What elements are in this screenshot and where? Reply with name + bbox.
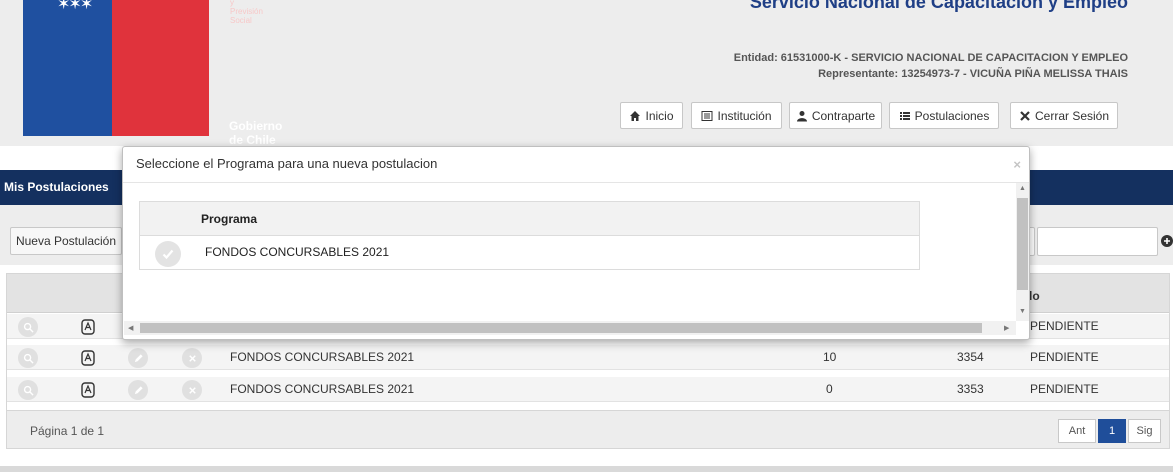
list-bullets-icon bbox=[899, 111, 910, 120]
pdf-icon bbox=[81, 318, 95, 335]
site-header: ✶✶✶ y Previsión Social Gobierno de Chile… bbox=[0, 0, 1173, 147]
modal-title: Seleccione el Programa para una nueva po… bbox=[136, 156, 438, 171]
nav-inicio-button[interactable]: Inicio bbox=[620, 102, 683, 129]
view-button[interactable] bbox=[18, 348, 38, 368]
section-title: Mis Postulaciones bbox=[4, 180, 109, 194]
list-icon bbox=[701, 110, 713, 121]
modal-body: Programa FONDOS CONCURSABLES 2021 bbox=[124, 183, 1016, 321]
footer-strip bbox=[0, 466, 1173, 472]
nav-inicio-label: Inicio bbox=[645, 108, 674, 123]
logo-text: Gobierno de Chile bbox=[229, 119, 283, 147]
delete-button[interactable] bbox=[182, 348, 202, 368]
pdf-icon bbox=[81, 381, 95, 398]
logo-blue-panel: ✶✶✶ bbox=[23, 0, 112, 136]
logo-top-text: y Previsión Social bbox=[230, 0, 263, 25]
nav-postulaciones-label: Postulaciones bbox=[914, 108, 990, 123]
nav-cerrar-sesion-button[interactable]: Cerrar Sesión bbox=[1010, 102, 1118, 129]
estado-cell: PENDIENTE bbox=[1030, 319, 1099, 333]
horizontal-scrollbar[interactable]: ◀ ▶ bbox=[124, 321, 1016, 335]
program-table: Programa FONDOS CONCURSABLES 2021 bbox=[139, 201, 920, 270]
vertical-scrollbar[interactable]: ▲ ▼ bbox=[1016, 183, 1029, 321]
pdf-button[interactable] bbox=[80, 381, 96, 398]
programa-cell: FONDOS CONCURSABLES 2021 bbox=[230, 382, 415, 396]
site-title: Servicio Nacional de Capacitación y Empl… bbox=[749, 0, 1128, 12]
program-row[interactable]: FONDOS CONCURSABLES 2021 bbox=[140, 236, 919, 269]
pencil-icon bbox=[134, 385, 143, 394]
grid-footer: Página 1 de 1 Ant 1 Sig bbox=[7, 410, 1169, 448]
current-page-button[interactable]: 1 bbox=[1098, 419, 1126, 443]
search-icon bbox=[23, 353, 34, 364]
select-program-button[interactable] bbox=[155, 241, 181, 267]
vertical-scroll-thumb[interactable] bbox=[1017, 198, 1028, 290]
coat-of-arms-icon: ✶✶✶ bbox=[57, 0, 93, 13]
delete-button[interactable] bbox=[182, 380, 202, 400]
pdf-button[interactable] bbox=[80, 318, 96, 335]
table-row: FONDOS CONCURSABLES 2021 0 3353 PENDIENT… bbox=[7, 377, 1169, 402]
close-icon bbox=[188, 386, 196, 394]
column-header-programa: Programa bbox=[201, 212, 258, 226]
nav-postulaciones-button[interactable]: Postulaciones bbox=[889, 102, 999, 129]
cantidad-cell: 0 bbox=[826, 382, 833, 396]
horizontal-scroll-thumb[interactable] bbox=[140, 323, 982, 333]
estado-cell: PENDIENTE bbox=[1030, 350, 1099, 364]
check-icon bbox=[162, 249, 174, 260]
pdf-icon bbox=[81, 349, 95, 366]
id-cell: 3353 bbox=[957, 382, 984, 396]
cantidad-cell: 10 bbox=[823, 350, 837, 364]
close-icon bbox=[1020, 110, 1030, 121]
edit-button[interactable] bbox=[128, 380, 148, 400]
nav-institucion-button[interactable]: Institución bbox=[691, 102, 782, 129]
next-page-button[interactable]: Sig bbox=[1128, 419, 1161, 443]
nav-contraparte-button[interactable]: Contraparte bbox=[789, 102, 882, 129]
representante-text: Representante: 13254973-7 - VICUÑA PIÑA … bbox=[818, 68, 1128, 80]
nueva-postulacion-button[interactable]: Nueva Postulación bbox=[10, 227, 122, 255]
search-input[interactable] bbox=[1037, 227, 1158, 256]
nav-institucion-label: Institución bbox=[717, 108, 772, 123]
home-icon bbox=[630, 110, 641, 121]
table-row: FONDOS CONCURSABLES 2021 10 3354 PENDIEN… bbox=[7, 345, 1169, 370]
close-icon bbox=[188, 354, 196, 362]
logo-red-panel: y Previsión Social Gobierno de Chile bbox=[112, 0, 282, 147]
search-icon bbox=[23, 322, 34, 333]
select-program-modal: Seleccione el Programa para una nueva po… bbox=[122, 146, 1030, 340]
scroll-right-arrow-icon[interactable]: ▶ bbox=[1004, 324, 1009, 332]
page-info: Página 1 de 1 bbox=[30, 424, 105, 438]
nav-contraparte-label: Contraparte bbox=[811, 108, 876, 123]
programa-cell: FONDOS CONCURSABLES 2021 bbox=[230, 350, 415, 364]
plus-circle-icon[interactable] bbox=[1161, 235, 1173, 247]
scroll-left-arrow-icon[interactable]: ◀ bbox=[128, 324, 133, 332]
nav-cerrar-sesion-label: Cerrar Sesión bbox=[1034, 108, 1110, 123]
scroll-up-arrow-icon[interactable]: ▲ bbox=[1019, 185, 1026, 192]
modal-close-button[interactable]: × bbox=[1013, 157, 1021, 172]
scroll-down-arrow-icon[interactable]: ▼ bbox=[1019, 308, 1026, 315]
id-cell: 3354 bbox=[957, 350, 984, 364]
entidad-text: Entidad: 61531000-K - SERVICIO NACIONAL … bbox=[733, 52, 1128, 64]
prev-page-button[interactable]: Ant bbox=[1058, 419, 1096, 443]
view-button[interactable] bbox=[18, 317, 38, 337]
pdf-button[interactable] bbox=[80, 349, 96, 366]
view-button[interactable] bbox=[18, 380, 38, 400]
search-icon bbox=[23, 385, 34, 396]
estado-cell: PENDIENTE bbox=[1030, 382, 1099, 396]
program-table-header: Programa bbox=[140, 202, 919, 236]
user-icon bbox=[796, 110, 807, 121]
pencil-icon bbox=[134, 353, 143, 362]
edit-button[interactable] bbox=[128, 348, 148, 368]
program-name: FONDOS CONCURSABLES 2021 bbox=[205, 245, 390, 259]
